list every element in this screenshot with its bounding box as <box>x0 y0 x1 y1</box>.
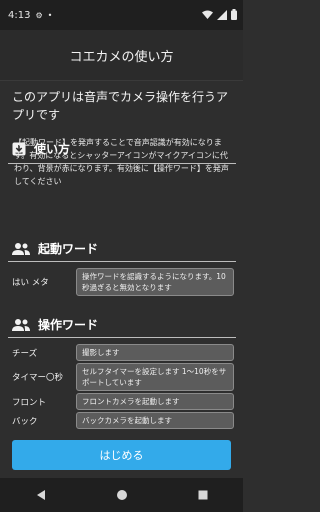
start-button[interactable]: はじめる <box>12 440 231 470</box>
home-icon <box>116 490 127 500</box>
recents-button[interactable] <box>183 483 223 507</box>
wake-word-header: 起動ワード <box>12 240 98 257</box>
people-icon <box>12 242 30 255</box>
page-title: コエカメの使い方 <box>69 49 174 65</box>
status-time: 4:13 <box>8 9 31 21</box>
row-description: バックカメラを起動します <box>76 412 234 429</box>
battery-icon <box>231 9 237 20</box>
people-icon <box>12 318 30 331</box>
row-description: セルフタイマーを設定します 1〜10秒をサポートしています <box>76 363 234 391</box>
command-word-header: 操作ワード <box>12 316 98 333</box>
row-label: タイマー〇秒 <box>12 373 64 383</box>
wake-word-row: はい メタ 操作ワードを認識するようになります。10秒過ぎると無効となります <box>12 268 234 296</box>
row-label: バック <box>12 416 38 427</box>
wake-word-title: 起動ワード <box>38 242 99 256</box>
signal-icon <box>217 9 227 20</box>
navigation-bar <box>0 478 243 512</box>
status-bar: 4:13 ⚙ • <box>0 0 243 30</box>
back-button[interactable] <box>21 483 61 507</box>
command-word-title: 操作ワード <box>38 318 99 332</box>
dot-icon: • <box>47 10 53 20</box>
row-label: はい メタ <box>12 278 49 288</box>
back-icon <box>36 490 45 500</box>
row-label: チーズ <box>12 348 38 359</box>
divider <box>8 337 236 338</box>
divider <box>8 261 236 262</box>
command-row: タイマー〇秒 セルフタイマーを設定します 1〜10秒をサポートしています <box>12 363 234 391</box>
row-description: フロントカメラを起動します <box>76 393 234 410</box>
row-description: 操作ワードを認識するようになります。10秒過ぎると無効となります <box>76 268 234 296</box>
command-row: チーズ 撮影します <box>12 344 234 361</box>
home-button[interactable] <box>102 483 142 507</box>
row-label: フロント <box>12 397 47 408</box>
app-bar: コエカメの使い方 <box>0 30 243 81</box>
wifi-icon <box>202 10 213 19</box>
command-row: バック バックカメラを起動します <box>12 412 234 429</box>
content-scroll[interactable]: このアプリは音声でカメラ操作を行うアプリです 使い方 【起動ワード】を発声するこ… <box>0 80 243 432</box>
usage-description: 【起動ワード】を発声することで音声認識が有効になります。有効になるとシャッターア… <box>14 138 229 186</box>
row-description: 撮影します <box>76 344 234 361</box>
recents-icon <box>198 490 207 500</box>
intro-text: このアプリは音声でカメラ操作を行うアプリです <box>12 90 229 122</box>
settings-icon: ⚙ <box>35 10 43 20</box>
command-row: フロント フロントカメラを起動します <box>12 393 234 410</box>
